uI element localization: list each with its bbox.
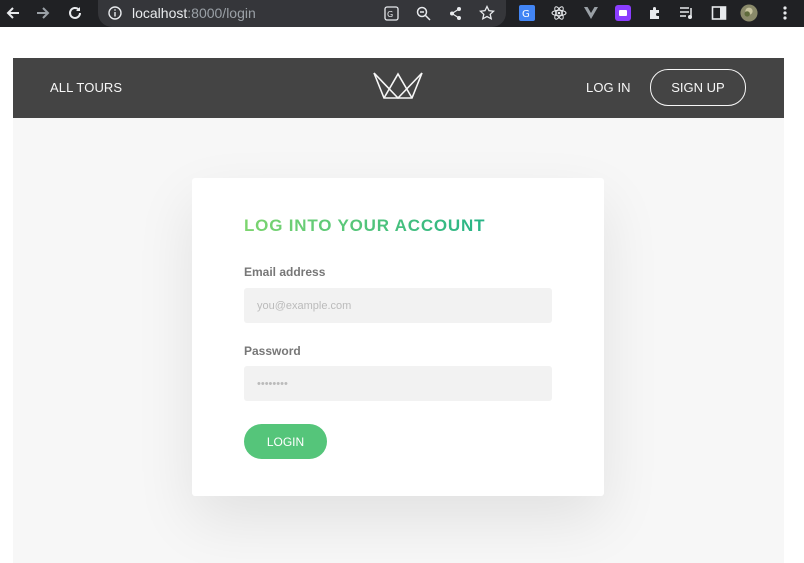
- url-text[interactable]: localhost:8000/login: [132, 5, 256, 21]
- email-input[interactable]: [244, 288, 552, 323]
- logo-icon[interactable]: [372, 71, 424, 106]
- main-content: LOG INTO YOUR ACCOUNT Email address Pass…: [13, 118, 784, 563]
- svg-text:G: G: [387, 10, 393, 19]
- email-label: Email address: [244, 265, 326, 279]
- sign-up-button-label: Sign up: [671, 80, 725, 95]
- media-playlist-icon[interactable]: [678, 4, 696, 22]
- url-host: localhost: [132, 5, 188, 21]
- back-arrow-icon[interactable]: [4, 4, 22, 22]
- forward-arrow-icon[interactable]: [34, 4, 52, 22]
- browser-toolbar: localhost:8000/login G G: [0, 0, 804, 27]
- password-label: Password: [244, 344, 301, 358]
- sign-up-button[interactable]: Sign up: [650, 69, 746, 106]
- side-panel-icon[interactable]: [710, 4, 728, 22]
- translate-icon[interactable]: G: [382, 4, 400, 22]
- login-title: LOG INTO YOUR ACCOUNT: [244, 216, 486, 235]
- nav-all-tours-link[interactable]: All tours: [50, 80, 122, 95]
- site-header: All tours Log in Sign up: [13, 58, 784, 118]
- nav-log-in-link[interactable]: Log in: [586, 80, 631, 95]
- url-path: :8000/login: [187, 5, 256, 21]
- svg-text:G: G: [522, 9, 530, 20]
- info-icon[interactable]: [106, 4, 124, 22]
- purple-extension-icon[interactable]: [614, 4, 632, 22]
- bookmark-star-icon[interactable]: [478, 4, 496, 22]
- react-devtools-icon[interactable]: [550, 4, 568, 22]
- vue-devtools-icon[interactable]: [582, 4, 600, 22]
- address-bar[interactable]: localhost:8000/login G: [98, 0, 506, 27]
- kebab-menu-icon[interactable]: [776, 4, 794, 22]
- share-icon[interactable]: [446, 4, 464, 22]
- google-translate-extension-icon[interactable]: G: [518, 4, 536, 22]
- zoom-out-icon[interactable]: [414, 4, 432, 22]
- login-button[interactable]: Login: [244, 424, 327, 459]
- password-input[interactable]: [244, 366, 552, 401]
- profile-avatar-icon[interactable]: [740, 4, 758, 22]
- extensions-puzzle-icon[interactable]: [646, 4, 664, 22]
- login-card: LOG INTO YOUR ACCOUNT Email address Pass…: [192, 178, 604, 496]
- reload-icon[interactable]: [66, 4, 84, 22]
